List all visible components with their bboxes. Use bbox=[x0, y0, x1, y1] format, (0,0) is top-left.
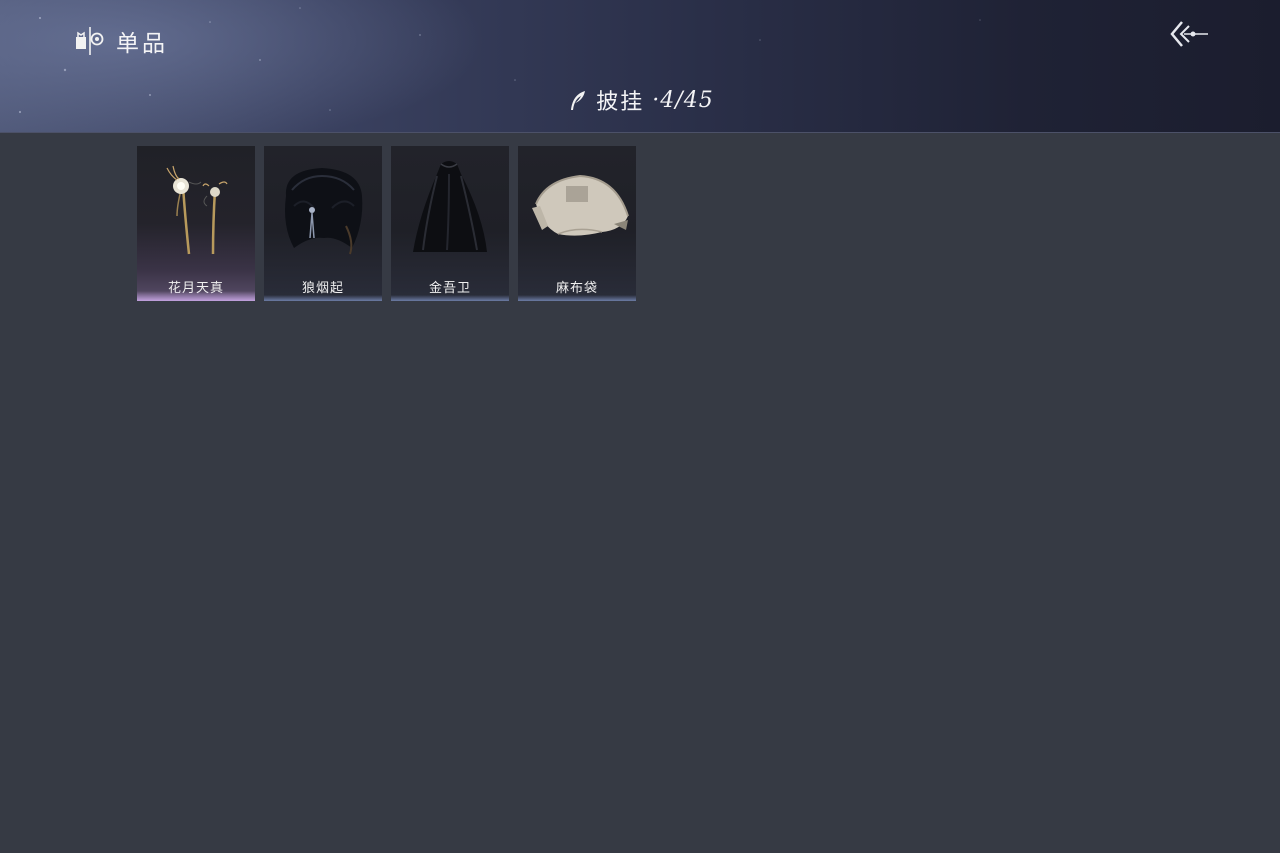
rarity-glow bbox=[391, 295, 509, 301]
back-arrow-icon bbox=[1170, 21, 1208, 47]
item-card[interactable]: 金吾卫 bbox=[391, 146, 509, 301]
category-header: 披挂 ·4/45 bbox=[0, 84, 1280, 116]
title-text: 单品 bbox=[116, 31, 168, 57]
item-card[interactable]: 花月天真 bbox=[137, 146, 255, 301]
item-name: 麻布袋 bbox=[555, 281, 598, 296]
cloak-icon bbox=[413, 161, 487, 252]
item-name: 狼烟起 bbox=[301, 281, 344, 296]
fur-collar-icon bbox=[285, 168, 363, 255]
hairpin-icon bbox=[166, 165, 228, 255]
header-banner: 单品 披挂 ·4/45 bbox=[0, 0, 1280, 133]
page-title: 单品 bbox=[74, 26, 168, 57]
collection-count: ·4/45 bbox=[652, 87, 714, 113]
item-grid: 花月天真 狼烟起 金吾卫 麻布袋 bbox=[137, 146, 636, 301]
back-button[interactable] bbox=[1166, 18, 1212, 50]
feather-icon bbox=[571, 91, 586, 110]
wardrobe-icon bbox=[76, 27, 104, 55]
category-name: 披挂 bbox=[596, 90, 645, 115]
item-card[interactable]: 麻布袋 bbox=[518, 146, 636, 301]
item-card[interactable]: 狼烟起 bbox=[264, 146, 382, 301]
rarity-glow bbox=[264, 295, 382, 301]
rarity-glow bbox=[137, 291, 255, 301]
rarity-glow bbox=[518, 295, 636, 301]
item-name: 金吾卫 bbox=[428, 281, 471, 296]
sack-icon bbox=[532, 174, 629, 236]
